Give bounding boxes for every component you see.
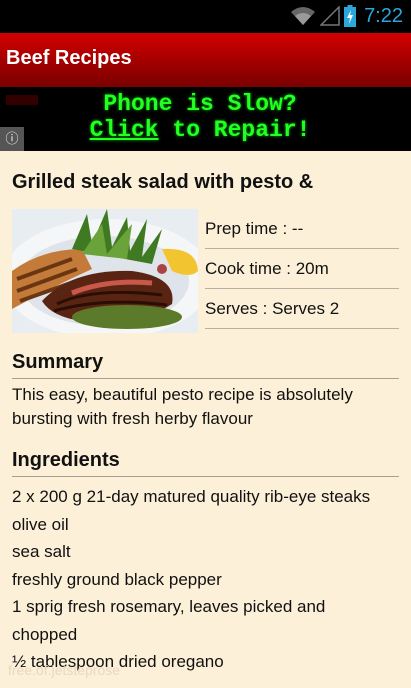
status-icons: 7:22	[290, 4, 403, 28]
battery-charging-icon	[344, 5, 357, 27]
serves: Serves : Serves 2	[205, 289, 399, 329]
info-icon[interactable]: ⓘ	[0, 127, 24, 151]
watermark: free.of.jetsteprose	[8, 662, 121, 678]
recipe-meta: Prep time : -- Cook time : 20m Serves : …	[205, 209, 399, 329]
ingredient-item: 1 sprig fresh rosemary, leaves picked an…	[12, 597, 326, 616]
cook-time: Cook time : 20m	[205, 249, 399, 289]
ad-cta-rest: to Repair!	[158, 117, 311, 143]
ad-cta[interactable]: Click to Repair!	[20, 117, 380, 143]
wifi-icon	[291, 7, 316, 25]
ad-cta-link[interactable]: Click	[90, 117, 159, 143]
ingredient-item: chopped	[12, 624, 78, 644]
ingredient-item: olive oil	[12, 514, 69, 534]
status-bar: 7:22	[0, 0, 411, 33]
ingredient-item: sea salt	[12, 542, 71, 561]
ad-banner[interactable]: Phone is Slow? Click to Repair! ⓘ	[0, 87, 411, 151]
grilled-steak-salad-photo	[12, 209, 198, 333]
app-title: Beef Recipes	[6, 47, 132, 69]
summary-heading: Summary	[12, 351, 399, 379]
summary-text: This easy, beautiful pesto recipe is abs…	[12, 385, 353, 428]
prep-time: Prep time : --	[205, 209, 399, 249]
signal-icon	[320, 6, 340, 26]
recipe-photo	[12, 209, 198, 333]
app-bar: Beef Recipes	[0, 33, 411, 87]
ingredients-heading: Ingredients	[12, 449, 399, 477]
ingredients-list: 2 x 200 g 21-day matured quality rib-eye…	[12, 483, 399, 676]
ad-headline: Phone is Slow?	[103, 91, 297, 117]
status-time: 7:22	[364, 4, 403, 27]
ingredient-item: freshly ground black pepper	[12, 569, 222, 589]
ingredient-item: 2 x 200 g 21-day matured quality rib-eye…	[12, 487, 371, 506]
recipe-title: Grilled steak salad with pesto &	[12, 171, 314, 193]
